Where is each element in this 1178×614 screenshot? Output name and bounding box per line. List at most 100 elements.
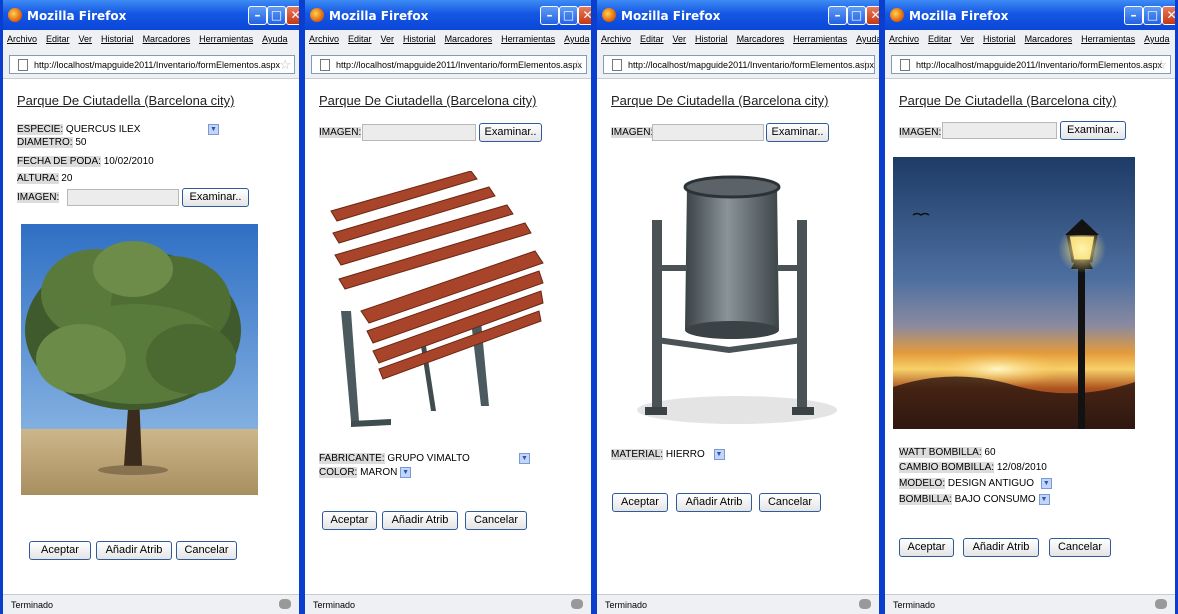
browse-button[interactable]: Examinar..	[1060, 121, 1126, 140]
menu-ver[interactable]: Ver	[381, 34, 395, 44]
menu-archivo[interactable]: Archivo	[7, 34, 37, 44]
menu-historial[interactable]: Historial	[695, 34, 728, 44]
menu-marcadores[interactable]: Marcadores	[143, 34, 191, 44]
cancel-button[interactable]: Cancelar	[176, 541, 237, 560]
menu-ayuda[interactable]: Ayuda	[564, 34, 589, 44]
menu-marcadores[interactable]: Marcadores	[445, 34, 493, 44]
cancel-button[interactable]: Cancelar	[759, 493, 821, 512]
minimize-icon[interactable]: –	[540, 6, 559, 25]
menu-editar[interactable]: Editar	[640, 34, 664, 44]
menu-archivo[interactable]: Archivo	[889, 34, 919, 44]
menu-ayuda[interactable]: Ayuda	[1144, 34, 1169, 44]
menu-herramientas[interactable]: Herramientas	[1081, 34, 1135, 44]
modelo-label: MODELO:	[899, 478, 946, 489]
accept-button[interactable]: Aceptar	[29, 541, 91, 560]
menu-herramientas[interactable]: Herramientas	[501, 34, 555, 44]
add-attribute-button[interactable]: Añadir Atrib	[676, 493, 752, 512]
menu-marcadores[interactable]: Marcadores	[1025, 34, 1073, 44]
maximize-icon[interactable]: □	[847, 6, 866, 25]
menu-ver[interactable]: Ver	[79, 34, 93, 44]
bombilla-dropdown-icon[interactable]: ▼	[1038, 493, 1050, 505]
bombilla-label: BOMBILLA:	[899, 494, 952, 505]
maximize-icon[interactable]: □	[267, 6, 286, 25]
material-dropdown-icon[interactable]: ▼	[713, 448, 725, 460]
menu-historial[interactable]: Historial	[403, 34, 436, 44]
menu-ayuda[interactable]: Ayuda	[856, 34, 879, 44]
especie-dropdown-icon[interactable]: ▼	[208, 124, 219, 135]
imagen-row: IMAGEN:	[899, 126, 942, 139]
page-title[interactable]: Parque De Ciutadella (Barcelona city)	[17, 93, 235, 108]
menu-herramientas[interactable]: Herramientas	[199, 34, 253, 44]
url-field[interactable]: http://localhost/mapguide2011/Inventario…	[891, 55, 1171, 74]
material-label: MATERIAL:	[611, 449, 664, 460]
close-icon[interactable]: ✕	[866, 6, 879, 25]
bookmark-star-icon[interactable]: ☆	[279, 57, 291, 73]
imagen-label: IMAGEN:	[899, 127, 942, 138]
cancel-button[interactable]: Cancelar	[1049, 538, 1111, 557]
menu-marcadores[interactable]: Marcadores	[737, 34, 785, 44]
maximize-icon[interactable]: □	[1143, 6, 1162, 25]
modelo-row: MODELO: DESIGN ANTIGUO ▼	[899, 477, 1052, 490]
cambio-row: CAMBIO BOMBILLA: 12/08/2010	[899, 461, 1047, 474]
navigation-bar: http://localhost/mapguide2011/Inventario…	[305, 51, 591, 79]
fabricante-dropdown-icon[interactable]: ▼	[519, 453, 530, 464]
bookmark-star-icon[interactable]: ☆	[1155, 57, 1167, 73]
imagen-file-input[interactable]	[942, 122, 1057, 139]
accept-button[interactable]: Aceptar	[322, 511, 377, 530]
browse-button[interactable]: Examinar..	[182, 188, 249, 207]
imagen-row: IMAGEN:	[611, 126, 654, 139]
bookmark-star-icon[interactable]: ☆	[571, 57, 583, 73]
menu-editar[interactable]: Editar	[928, 34, 952, 44]
close-icon[interactable]: ✕	[578, 6, 591, 25]
menu-ayuda[interactable]: Ayuda	[262, 34, 287, 44]
add-attribute-button[interactable]: Añadir Atrib	[96, 541, 172, 560]
minimize-icon[interactable]: –	[828, 6, 847, 25]
altura-label: ALTURA:	[17, 173, 59, 184]
trash-bin-photo	[617, 175, 862, 435]
modelo-dropdown-icon[interactable]: ▼	[1040, 477, 1052, 489]
page-title[interactable]: Parque De Ciutadella (Barcelona city)	[611, 93, 829, 108]
page-title[interactable]: Parque De Ciutadella (Barcelona city)	[319, 93, 537, 108]
add-attribute-button[interactable]: Añadir Atrib	[382, 511, 458, 530]
menu-archivo[interactable]: Archivo	[601, 34, 631, 44]
minimize-icon[interactable]: –	[1124, 6, 1143, 25]
cambio-label: CAMBIO BOMBILLA:	[899, 462, 995, 473]
maximize-icon[interactable]: □	[559, 6, 578, 25]
close-icon[interactable]: ✕	[1162, 6, 1175, 25]
menu-herramientas[interactable]: Herramientas	[793, 34, 847, 44]
cancel-button[interactable]: Cancelar	[465, 511, 527, 530]
status-text: Terminado	[11, 600, 54, 610]
imagen-label: IMAGEN:	[611, 127, 654, 138]
accept-button[interactable]: Aceptar	[899, 538, 954, 557]
url-field[interactable]: http://localhost/mapguide2011/Inventario…	[9, 55, 295, 74]
add-attribute-button[interactable]: Añadir Atrib	[963, 538, 1039, 557]
menu-ver[interactable]: Ver	[673, 34, 687, 44]
bookmark-star-icon[interactable]: ☆	[859, 57, 871, 73]
menu-historial[interactable]: Historial	[101, 34, 134, 44]
menu-editar[interactable]: Editar	[46, 34, 70, 44]
fecha-label: FECHA DE PODA:	[17, 156, 101, 167]
menu-historial[interactable]: Historial	[983, 34, 1016, 44]
accept-button[interactable]: Aceptar	[612, 493, 668, 512]
window-title: Mozilla Firefox	[621, 9, 721, 23]
imagen-file-input[interactable]	[67, 189, 179, 206]
page-content: Parque De Ciutadella (Barcelona city) IM…	[885, 79, 1175, 594]
minimize-icon[interactable]: –	[248, 6, 267, 25]
imagen-file-input[interactable]	[362, 124, 476, 141]
url-field[interactable]: http://localhost/mapguide2011/Inventario…	[311, 55, 587, 74]
page-title[interactable]: Parque De Ciutadella (Barcelona city)	[899, 93, 1117, 108]
color-value: MARON	[360, 467, 398, 478]
status-bar: Terminado	[597, 594, 879, 614]
imagen-file-input[interactable]	[652, 124, 764, 141]
status-icon	[859, 599, 871, 609]
color-dropdown-icon[interactable]: ▼	[400, 466, 412, 478]
url-field[interactable]: http://localhost/mapguide2011/Inventario…	[603, 55, 875, 74]
browse-button[interactable]: Examinar..	[479, 123, 542, 142]
menu-archivo[interactable]: Archivo	[309, 34, 339, 44]
browse-button[interactable]: Examinar..	[766, 123, 829, 142]
close-icon[interactable]: ✕	[286, 6, 299, 25]
page-content: Parque De Ciutadella (Barcelona city) IM…	[597, 79, 879, 594]
menu-editar[interactable]: Editar	[348, 34, 372, 44]
firefox-icon	[602, 8, 616, 22]
menu-ver[interactable]: Ver	[961, 34, 975, 44]
